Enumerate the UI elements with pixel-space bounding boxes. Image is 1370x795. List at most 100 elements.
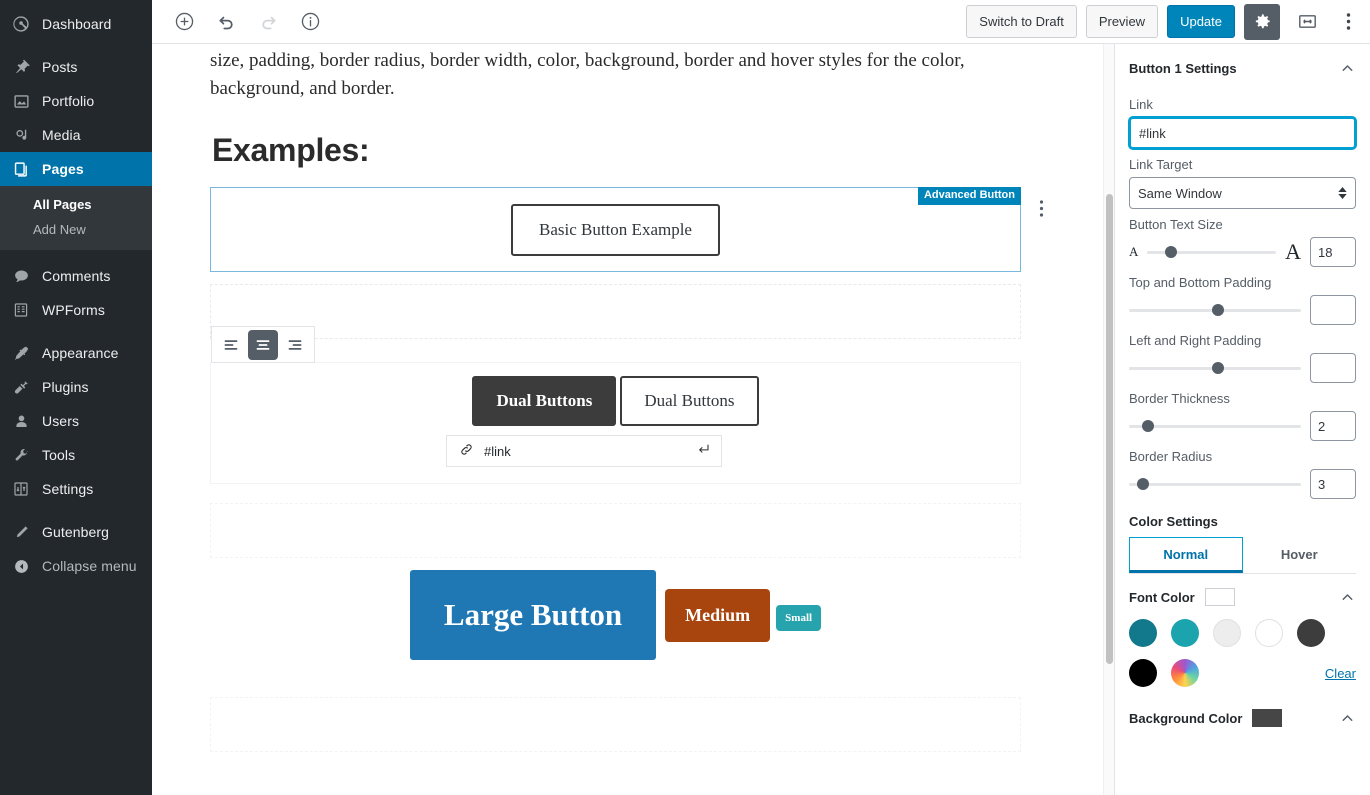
add-block-icon[interactable] xyxy=(166,4,202,40)
sidebar-item-label: Posts xyxy=(42,59,78,75)
link-popover[interactable]: #link xyxy=(446,435,722,467)
more-options-icon[interactable] xyxy=(1334,4,1362,40)
plugins-icon xyxy=(11,377,31,397)
slider-track xyxy=(1129,424,1301,428)
background-color-header[interactable]: Background Color xyxy=(1129,687,1356,727)
sidebar-item-label: Pages xyxy=(42,161,84,177)
border-thickness-slider[interactable] xyxy=(1129,417,1301,435)
basic-button-example[interactable]: Basic Button Example xyxy=(511,203,720,256)
content-info-icon[interactable] xyxy=(292,4,328,40)
update-button[interactable]: Update xyxy=(1167,5,1235,38)
sidebar-item-users[interactable]: Users xyxy=(0,404,152,438)
lr-padding-value[interactable] xyxy=(1310,353,1356,383)
dual-buttons-block[interactable]: Dual Buttons Dual Buttons #link xyxy=(210,326,1021,484)
dual-button-1[interactable]: Dual Buttons xyxy=(472,376,617,426)
font-color-header[interactable]: Font Color xyxy=(1129,574,1356,606)
border-radius-value[interactable]: 3 xyxy=(1310,469,1356,499)
empty-block-placeholder-3[interactable] xyxy=(210,697,1021,752)
block-options-icon[interactable] xyxy=(1032,194,1050,222)
slider-knob[interactable] xyxy=(1212,304,1225,316)
align-left-icon[interactable] xyxy=(216,330,246,360)
canvas-scrollbar-thumb[interactable] xyxy=(1106,194,1113,664)
heading-block[interactable]: Examples: xyxy=(212,132,1021,169)
sidebar-item-portfolio[interactable]: Portfolio xyxy=(0,84,152,118)
sidebar-item-label: Appearance xyxy=(42,345,119,361)
swatch-white[interactable] xyxy=(1255,619,1283,647)
slider-knob[interactable] xyxy=(1136,478,1149,490)
sidebar-item-pages[interactable]: Pages xyxy=(0,152,160,186)
chevron-up-icon[interactable] xyxy=(1339,710,1356,727)
canvas-scrollbar-track[interactable] xyxy=(1103,44,1114,795)
swatch-dark-teal[interactable] xyxy=(1129,619,1157,647)
slider-knob[interactable] xyxy=(1164,246,1177,258)
submenu-item-add-new[interactable]: Add New xyxy=(0,217,152,242)
chevron-up-icon[interactable] xyxy=(1339,60,1356,77)
tab-hover[interactable]: Hover xyxy=(1243,537,1357,573)
undo-icon[interactable] xyxy=(208,4,244,40)
sidebar-item-comments[interactable]: Comments xyxy=(0,259,152,293)
link-target-select[interactable]: Same Window xyxy=(1129,177,1356,209)
clear-font-color-link[interactable]: Clear xyxy=(1325,666,1356,681)
link-field-label: Link xyxy=(1129,97,1153,112)
link-input[interactable] xyxy=(1129,117,1356,149)
font-color-indicator xyxy=(1204,588,1235,606)
redo-icon[interactable] xyxy=(250,4,286,40)
sidebar-item-posts[interactable]: Posts xyxy=(0,50,152,84)
lr-padding-label: Left and Right Padding xyxy=(1129,333,1262,348)
sidebar-item-settings[interactable]: Settings xyxy=(0,472,152,506)
align-right-icon[interactable] xyxy=(280,330,310,360)
pencil-icon xyxy=(11,522,31,542)
large-button[interactable]: Large Button xyxy=(409,570,657,660)
sidebar-item-appearance[interactable]: Appearance xyxy=(0,336,152,370)
sidebar-item-gutenberg[interactable]: Gutenberg xyxy=(0,515,152,549)
swatch-light-gray[interactable] xyxy=(1213,619,1241,647)
sidebar-item-label: Collapse menu xyxy=(42,558,137,574)
enter-arrow-icon[interactable] xyxy=(696,442,711,460)
pin-icon xyxy=(11,57,31,77)
small-button[interactable]: Small xyxy=(776,604,822,631)
media-icon xyxy=(11,125,31,145)
sidebar-item-media[interactable]: Media xyxy=(0,118,152,152)
editor-header: Switch to Draft Preview Update xyxy=(152,0,1370,44)
paragraph-block[interactable]: size, padding, border radius, border wid… xyxy=(210,47,1021,103)
pages-icon xyxy=(11,159,31,179)
text-size-slider[interactable] xyxy=(1147,243,1277,261)
swatch-dark-gray[interactable] xyxy=(1297,619,1325,647)
border-radius-slider[interactable] xyxy=(1129,475,1301,493)
sidebar-item-plugins[interactable]: Plugins xyxy=(0,370,152,404)
sidebar-item-wpforms[interactable]: WPForms xyxy=(0,293,152,327)
swatch-teal[interactable] xyxy=(1171,619,1199,647)
slider-knob[interactable] xyxy=(1141,420,1154,432)
sidebar-item-collapse-menu[interactable]: Collapse menu xyxy=(0,549,152,583)
empty-block-placeholder-1[interactable] xyxy=(210,284,1021,339)
button-settings-panel-header[interactable]: Button 1 Settings xyxy=(1129,44,1356,89)
empty-block-placeholder-2[interactable] xyxy=(210,503,1021,558)
sidebar-item-dashboard[interactable]: Dashboard xyxy=(0,7,152,41)
tab-normal[interactable]: Normal xyxy=(1129,537,1243,573)
sidebar-item-tools[interactable]: Tools xyxy=(0,438,152,472)
tb-padding-value[interactable] xyxy=(1310,295,1356,325)
advanced-button-block-selected[interactable]: Advanced Button Basic Button Example xyxy=(210,187,1043,272)
swatch-black[interactable] xyxy=(1129,659,1157,687)
chevron-up-icon[interactable] xyxy=(1339,589,1356,606)
text-size-value[interactable]: 18 xyxy=(1310,237,1356,267)
size-buttons-block[interactable]: Large Button Medium Small xyxy=(210,570,1021,660)
swatch-custom-gradient[interactable] xyxy=(1171,659,1199,687)
medium-button[interactable]: Medium xyxy=(665,588,771,642)
submenu-item-all-pages[interactable]: All Pages xyxy=(0,192,152,217)
portfolio-icon xyxy=(11,91,31,111)
gear-icon[interactable] xyxy=(1244,3,1280,40)
slider-knob[interactable] xyxy=(1212,362,1225,374)
size-buttons-row: Large Button Medium Small xyxy=(210,570,1021,660)
border-thickness-value[interactable]: 2 xyxy=(1310,411,1356,441)
tb-padding-slider[interactable] xyxy=(1129,301,1301,319)
preview-button[interactable]: Preview xyxy=(1085,5,1159,38)
dual-button-2[interactable]: Dual Buttons xyxy=(620,376,759,426)
sidebar-item-label: Gutenberg xyxy=(42,524,110,540)
switch-to-draft-button[interactable]: Switch to Draft xyxy=(966,5,1077,38)
block-navigation-icon[interactable] xyxy=(1289,4,1325,40)
sidebar-item-label: Plugins xyxy=(42,379,89,395)
border-thickness-row: 2 xyxy=(1129,411,1356,441)
align-center-icon[interactable] xyxy=(248,329,278,360)
lr-padding-slider[interactable] xyxy=(1129,359,1301,377)
